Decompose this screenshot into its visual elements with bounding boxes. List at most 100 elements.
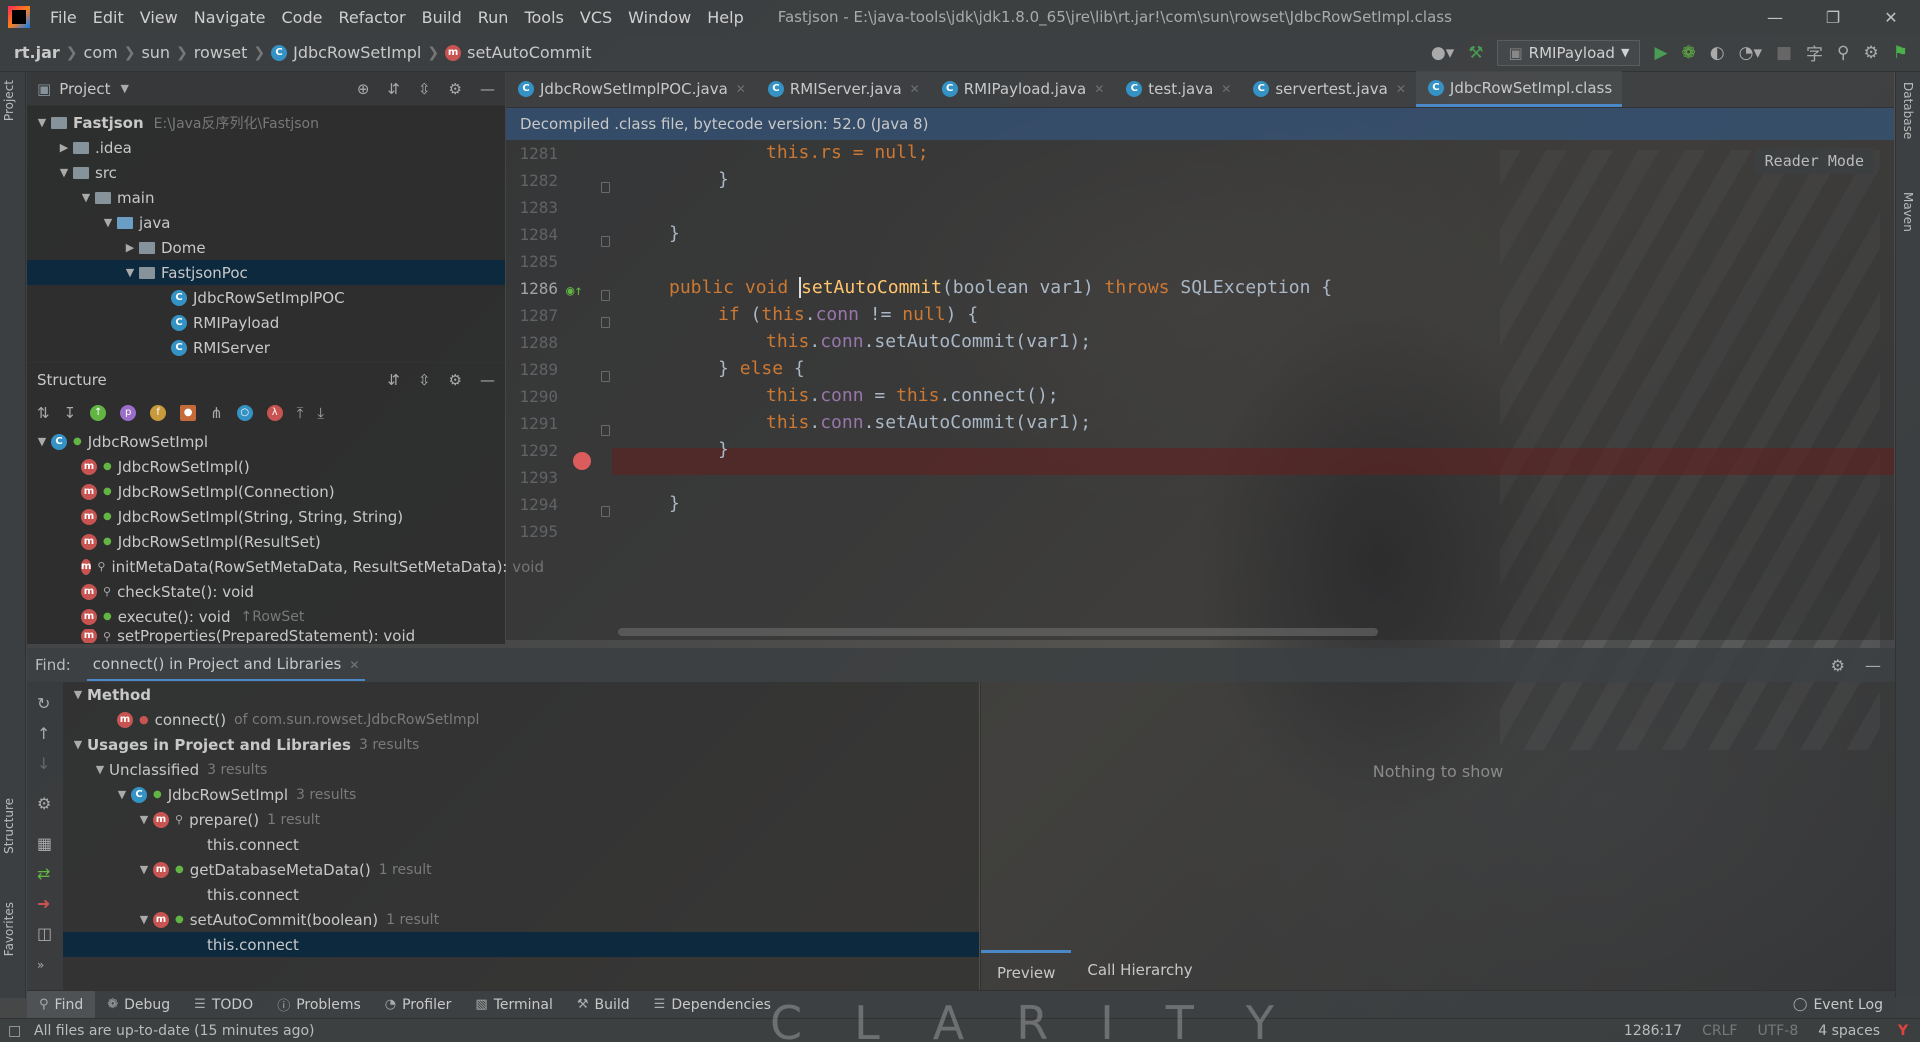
project-tool-tab[interactable]: Project [2, 80, 16, 121]
expanded-arrow-icon[interactable]: ▼ [77, 191, 95, 204]
more-icon[interactable]: » [37, 958, 44, 972]
menu-build[interactable]: Build [414, 8, 470, 27]
close-tab-icon[interactable]: ✕ [1094, 82, 1104, 96]
tree-row-unclassified[interactable]: ▼ Unclassified 3 results [63, 757, 979, 782]
tree-row-fastjsonpoc[interactable]: ▼ FastjsonPoc [27, 260, 505, 285]
fold-marker-icon[interactable] [601, 371, 610, 382]
tab-rmipayload[interactable]: C RMIPayload.java ✕ [930, 71, 1115, 107]
tree-row-jdbcrowsetimplpoc[interactable]: C JdbcRowSetImplPOC [27, 285, 505, 310]
fold-marker-icon[interactable] [601, 290, 610, 301]
line-separator[interactable]: CRLF [1702, 1023, 1737, 1039]
show-lambdas-icon[interactable]: λ [266, 405, 283, 421]
close-tab-icon[interactable]: ✕ [1396, 82, 1406, 96]
expanded-arrow-icon[interactable]: ▼ [55, 166, 73, 179]
structure-member[interactable]: m ⚲ checkState(): void [27, 579, 505, 604]
database-tool-tab[interactable]: Database [1901, 82, 1915, 139]
structure-tool-tab[interactable]: Structure [2, 798, 16, 854]
restore-icon[interactable]: ❐ [1804, 8, 1862, 27]
close-tab-icon[interactable]: ✕ [349, 658, 359, 672]
structure-member[interactable]: m ⚲ initMetaData(RowSetMetaData, ResultSe… [27, 554, 544, 579]
expanded-arrow-icon[interactable]: ▼ [135, 863, 153, 876]
menu-window[interactable]: Window [620, 8, 699, 27]
tab-jdbcrowsetimpl-class[interactable]: C JdbcRowSetImpl.class [1415, 71, 1623, 107]
show-fields-icon[interactable]: f [150, 405, 167, 421]
tree-row-usages[interactable]: ▼ Usages in Project and Libraries 3 resu… [63, 732, 979, 757]
menu-file[interactable]: File [42, 8, 85, 27]
menu-help[interactable]: Help [699, 8, 751, 27]
tree-row-fastjson[interactable]: ▼ Fastjson E:\Java反序列化\Fastjson [27, 110, 505, 135]
rerun-icon[interactable]: ↻ [37, 694, 50, 713]
show-inner-classes-icon[interactable]: ○ [236, 405, 253, 421]
run-configuration-select[interactable]: ▣ RMIPayload ▼ [1497, 39, 1641, 66]
group-by-icon[interactable]: ▦ [37, 834, 52, 853]
breakpoint-icon[interactable] [573, 452, 591, 470]
expand-all-icon[interactable]: ⇵ [387, 80, 400, 98]
sort-visibility-icon[interactable]: ⇅ [37, 404, 50, 422]
status-message[interactable]: All files are up-to-date (15 minutes ago… [0, 1023, 315, 1039]
locate-icon[interactable]: ⊕ [357, 80, 370, 98]
tool-terminal[interactable]: ▧ Terminal [463, 991, 564, 1019]
structure-root[interactable]: ▼ C ● JdbcRowSetImpl [27, 429, 505, 454]
expanded-arrow-icon[interactable]: ▼ [99, 216, 117, 229]
tree-row-src[interactable]: ▼ src [27, 160, 505, 185]
debug-icon[interactable]: ❁ [1682, 43, 1696, 63]
tree-row-method-heading[interactable]: ▼ Method [63, 682, 979, 707]
expanded-arrow-icon[interactable]: ▼ [33, 116, 51, 129]
collapse-all-icon[interactable]: ⇳ [418, 371, 431, 389]
tool-find[interactable]: ⚲ Find [27, 990, 96, 1019]
tab-preview[interactable]: Preview [981, 950, 1072, 990]
expanded-arrow-icon[interactable]: ▼ [121, 266, 139, 279]
menu-view[interactable]: View [132, 8, 186, 27]
show-properties-icon[interactable]: p [120, 405, 137, 421]
indent-setting[interactable]: 4 spaces [1818, 1023, 1880, 1039]
tree-row-prepare[interactable]: ▼ m ⚲ prepare() 1 result [63, 807, 979, 832]
menu-edit[interactable]: Edit [85, 8, 132, 27]
import-statements-icon[interactable]: ⇄ [37, 864, 50, 883]
fold-marker-icon[interactable] [601, 182, 610, 193]
find-results-tab[interactable]: connect() in Project and Libraries ✕ [86, 649, 366, 681]
autoscroll-from-source-icon[interactable]: ⤓ [317, 404, 324, 422]
tool-debug[interactable]: ❁ Debug [95, 991, 182, 1019]
collapsed-arrow-icon[interactable]: ▶ [121, 241, 139, 254]
structure-member[interactable]: m ● JdbcRowSetImpl() [27, 454, 505, 479]
next-occurrence-icon[interactable]: ↓ [37, 754, 50, 773]
tool-event-log[interactable]: ◯ Event Log [1781, 991, 1895, 1019]
menu-navigate[interactable]: Navigate [186, 8, 274, 27]
menu-vcs[interactable]: VCS [572, 8, 620, 27]
file-encoding[interactable]: UTF-8 [1757, 1023, 1798, 1039]
structure-member[interactable]: m ⚲ setProperties(PreparedStatement): voi… [27, 629, 505, 643]
tree-row-idea[interactable]: ▶ .idea [27, 135, 505, 160]
close-tab-icon[interactable]: ✕ [910, 82, 920, 96]
caret-position[interactable]: 1286:17 [1624, 1023, 1682, 1039]
menu-refactor[interactable]: Refactor [330, 8, 413, 27]
breadcrumb-rowset[interactable]: rowset [188, 43, 254, 62]
hide-icon[interactable]: — [480, 80, 495, 98]
override-marker-icon[interactable]: ◉↑ [566, 283, 583, 299]
hide-icon[interactable]: — [1865, 656, 1881, 675]
fold-marker-icon[interactable] [601, 317, 610, 328]
translation-plugin-icon[interactable]: Y [1898, 1023, 1908, 1039]
run-icon[interactable]: ▶ [1654, 43, 1667, 63]
user-icon[interactable]: ●▾ [1431, 43, 1454, 63]
usage-line[interactable]: this.connect [63, 832, 979, 857]
tree-row-method-entry[interactable]: m ● connect() of com.sun.rowset.JdbcRowS… [63, 707, 979, 732]
build-hammer-icon[interactable]: ⚒ [1468, 43, 1483, 63]
tree-row-rmipayload[interactable]: C RMIPayload [27, 310, 505, 335]
close-tab-icon[interactable]: ✕ [736, 82, 746, 96]
expanded-arrow-icon[interactable]: ▼ [135, 813, 153, 826]
breadcrumb-sun[interactable]: sun [135, 43, 176, 62]
tree-row-main[interactable]: ▼ main [27, 185, 505, 210]
settings-gear-icon[interactable]: ⚙ [1864, 43, 1879, 63]
usage-line-selected[interactable]: this.connect [63, 932, 979, 957]
status-square-icon[interactable]: □ [8, 1023, 21, 1039]
filter-icon[interactable]: ◫ [37, 924, 52, 943]
breadcrumb-com[interactable]: com [78, 43, 124, 62]
search-icon[interactable]: ⚲ [1837, 43, 1849, 63]
translate-icon[interactable]: 字 [1806, 40, 1823, 65]
tool-dependencies[interactable]: ☰ Dependencies [642, 991, 783, 1019]
structure-member[interactable]: m ● JdbcRowSetImpl(Connection) [27, 479, 505, 504]
fold-marker-icon[interactable] [601, 425, 610, 436]
menu-run[interactable]: Run [470, 8, 517, 27]
show-non-public-icon[interactable]: ● [180, 405, 197, 421]
breadcrumb-rt-jar[interactable]: rt.jar [0, 43, 66, 62]
